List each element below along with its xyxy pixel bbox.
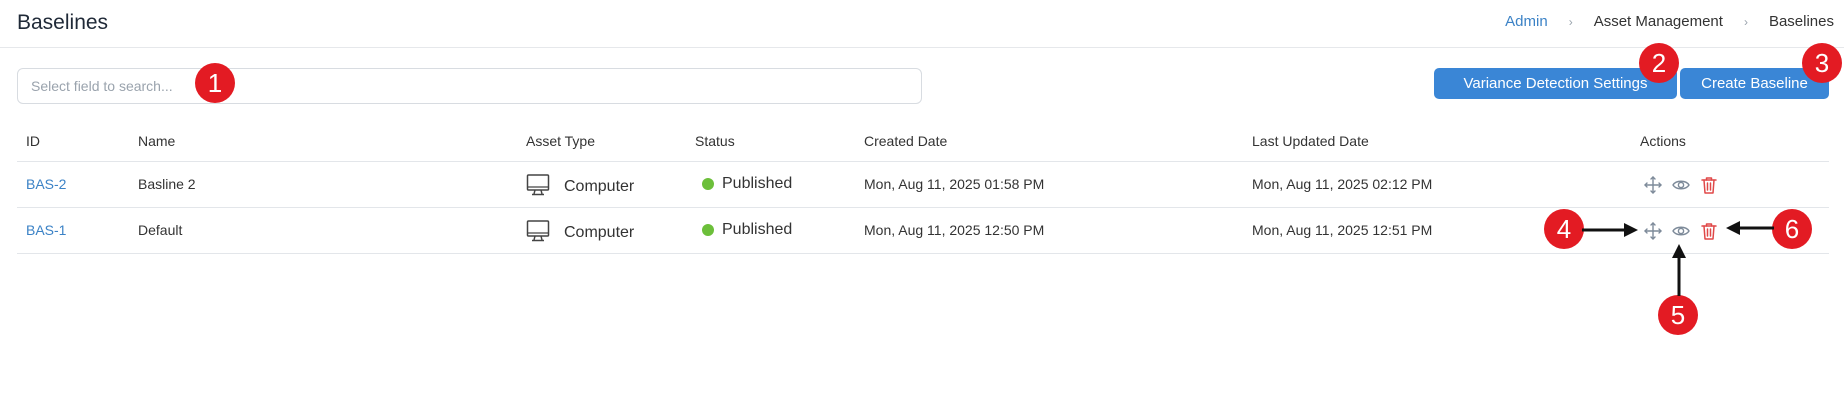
page-title: Baselines	[17, 11, 109, 34]
computer-icon	[526, 173, 550, 200]
baseline-name: Default	[138, 222, 183, 238]
annotation-marker: 2	[1639, 43, 1679, 83]
last-updated-date: Mon, Aug 11, 2025 12:51 PM	[1252, 222, 1433, 238]
move-icon[interactable]	[1643, 175, 1663, 195]
column-header-id[interactable]: ID	[26, 133, 40, 149]
column-header-name[interactable]: Name	[138, 133, 175, 149]
annotation-marker: 6	[1772, 209, 1812, 249]
baseline-name: Basline 2	[138, 176, 196, 192]
trash-icon[interactable]	[1699, 221, 1719, 241]
move-icon[interactable]	[1643, 221, 1663, 241]
breadcrumb-admin[interactable]: Admin	[1505, 13, 1548, 30]
breadcrumb-separator: ›	[1743, 14, 1748, 29]
breadcrumb-separator: ›	[1568, 14, 1573, 29]
trash-icon[interactable]	[1699, 175, 1719, 195]
column-header-last-updated-date[interactable]: Last Updated Date	[1252, 133, 1369, 149]
annotation-arrow-up	[1672, 244, 1686, 296]
page-header: Baselines Admin › Asset Management › Bas…	[0, 0, 1844, 48]
breadcrumb-asset-management: Asset Management	[1593, 13, 1723, 30]
computer-icon	[526, 219, 550, 246]
row-actions	[1643, 221, 1727, 241]
asset-type-cell: Computer	[526, 219, 634, 246]
asset-type-cell: Computer	[526, 173, 634, 200]
last-updated-date: Mon, Aug 11, 2025 02:12 PM	[1252, 176, 1433, 192]
status-badge: Published	[695, 221, 792, 239]
annotation-marker: 1	[195, 63, 235, 103]
annotation-arrow-left	[1726, 221, 1774, 235]
annotation-marker: 5	[1658, 295, 1698, 335]
column-header-status[interactable]: Status	[695, 133, 735, 149]
status-dot-icon	[702, 178, 714, 190]
created-date: Mon, Aug 11, 2025 12:50 PM	[864, 222, 1045, 238]
search-box[interactable]	[17, 68, 922, 104]
created-date: Mon, Aug 11, 2025 01:58 PM	[864, 176, 1045, 192]
search-input[interactable]	[31, 78, 631, 94]
status-label: Published	[722, 221, 793, 238]
annotation-marker: 3	[1802, 43, 1842, 83]
status-label: Published	[722, 175, 793, 192]
status-dot-icon	[702, 224, 714, 236]
asset-type-label: Computer	[564, 177, 635, 195]
asset-type-label: Computer	[564, 223, 635, 241]
eye-icon[interactable]	[1671, 221, 1691, 241]
breadcrumb: Admin › Asset Management › Baselines	[1505, 13, 1834, 30]
column-header-actions: Actions	[1640, 133, 1686, 149]
breadcrumb-baselines: Baselines	[1768, 13, 1834, 30]
row-actions	[1643, 175, 1727, 195]
annotation-arrow-right	[1582, 223, 1638, 237]
baseline-id-link[interactable]: BAS-1	[26, 222, 66, 238]
column-header-created-date[interactable]: Created Date	[864, 133, 947, 149]
table-row: BAS-2 Basline 2 Computer Published Mon, …	[17, 162, 1829, 208]
baseline-id-link[interactable]: BAS-2	[26, 176, 66, 192]
eye-icon[interactable]	[1671, 175, 1691, 195]
annotation-marker: 4	[1544, 209, 1584, 249]
table-header: ID Name Asset Type Status Created Date L…	[17, 125, 1829, 162]
column-header-asset-type[interactable]: Asset Type	[526, 133, 595, 149]
status-badge: Published	[695, 175, 792, 193]
